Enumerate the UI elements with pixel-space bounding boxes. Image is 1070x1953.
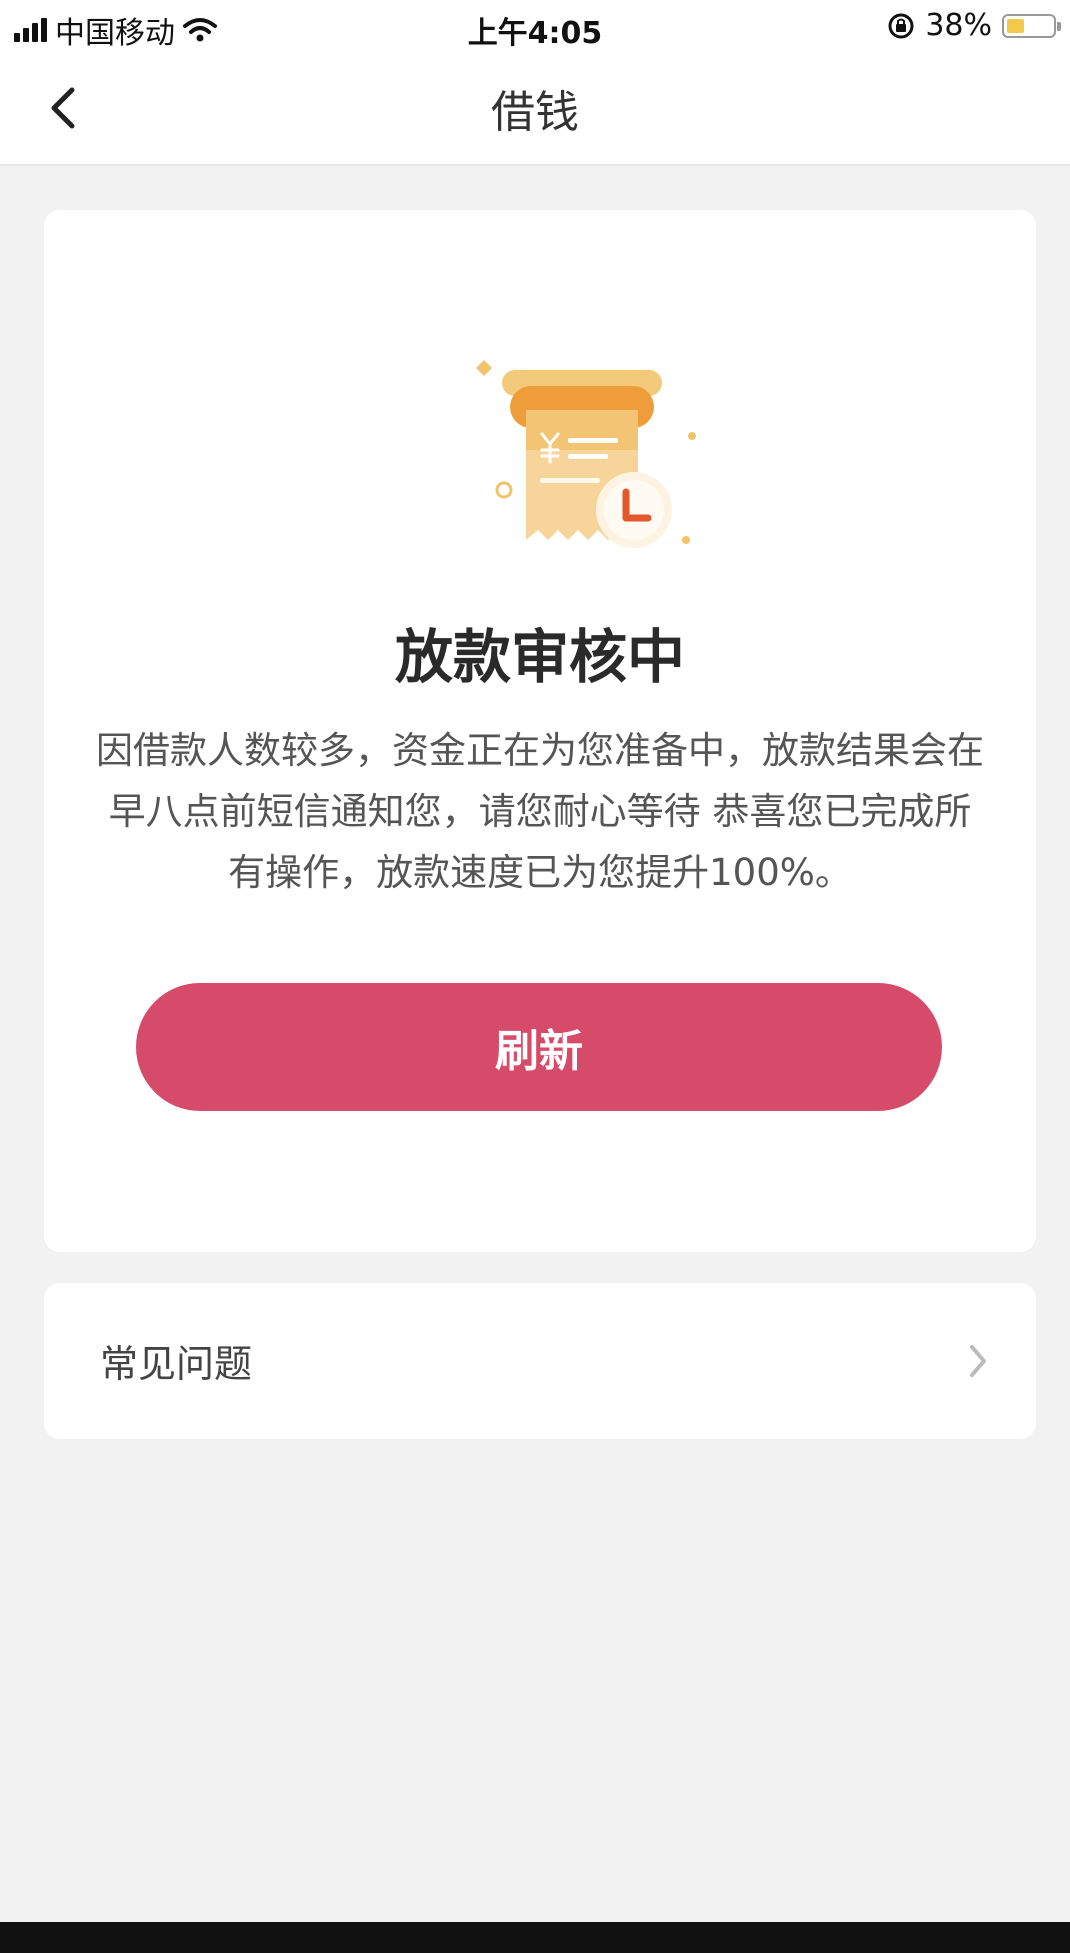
rotation-lock-icon: [888, 13, 914, 38]
faq-row[interactable]: 常见问题: [44, 1283, 1036, 1439]
chevron-right-icon: [970, 1345, 986, 1377]
bottom-bar: [0, 1922, 1070, 1953]
receipt-clock-icon: [476, 360, 696, 548]
status-card: 放款审核中 因借款人数较多，资金正在为您准备中，放款结果会在早八点前短信通知您，…: [44, 210, 1036, 1252]
battery-fill: [1007, 18, 1024, 33]
faq-label: 常见问题: [100, 1342, 253, 1386]
battery-percent: 38%: [925, 8, 992, 43]
battery-icon: [1002, 13, 1061, 38]
status-right: 38%: [887, 8, 1061, 43]
status-description: 因借款人数较多，资金正在为您准备中，放款结果会在早八点前短信通知您，请您耐心等待…: [96, 729, 984, 894]
refresh-button[interactable]: 刷新: [136, 983, 942, 1111]
page-title: 借钱: [491, 87, 579, 138]
nav-bar: 借钱: [0, 52, 1070, 166]
status-title: 放款审核中: [394, 623, 685, 691]
status-bar: 中国移动 上午4:05 38%: [0, 0, 1070, 52]
